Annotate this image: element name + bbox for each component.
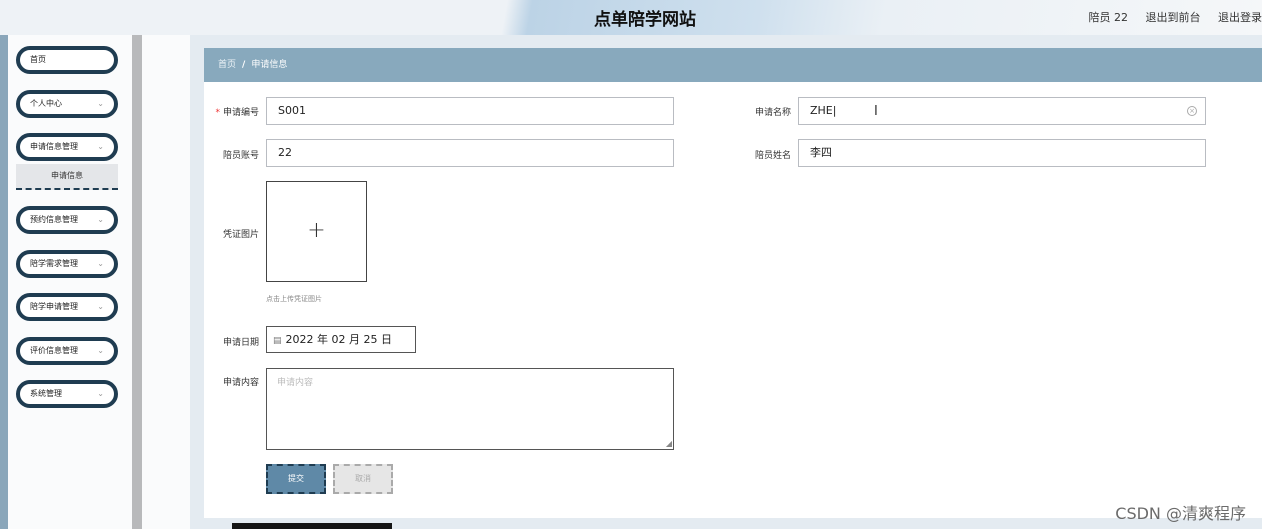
bottom-bar	[232, 523, 392, 529]
sidebar-item-label: 系统管理	[30, 389, 62, 398]
companion-account-input[interactable]: 22	[266, 139, 674, 167]
sidebar-item-booking[interactable]: 预约信息管理 ⌄	[16, 206, 118, 234]
submenu-item-apply-info[interactable]: 申请信息	[16, 164, 118, 190]
sidebar-item-demand[interactable]: 陪学需求管理 ⌄	[16, 250, 118, 278]
chevron-down-icon: ⌄	[97, 99, 104, 108]
sidebar-item-system[interactable]: 系统管理 ⌄	[16, 380, 118, 408]
required-mark: *	[215, 108, 220, 118]
apply-content-placeholder: 申请内容	[277, 378, 314, 388]
sidebar-item-apply-info[interactable]: 申请信息管理 ⌄	[16, 133, 118, 161]
breadcrumb-separator: /	[242, 60, 246, 70]
companion-account-label: 陪员账号	[222, 151, 259, 161]
site-title: 点单陪学网站	[594, 10, 696, 30]
content-gutter	[142, 35, 190, 529]
apply-no-label: * 申请编号	[215, 108, 259, 118]
proof-image-label: 凭证图片	[222, 230, 259, 240]
apply-content-textarea[interactable]: 申请内容 ◢	[266, 368, 674, 450]
sidebar-edge	[132, 35, 142, 529]
top-links: 陪员 22 退出到前台 退出登录	[1075, 9, 1262, 25]
apply-name-input[interactable]: ZHE| ×	[798, 97, 1206, 125]
breadcrumb-home[interactable]: 首页	[218, 60, 236, 70]
text-cursor-icon: I	[874, 104, 878, 119]
breadcrumb: 首页 / 申请信息	[204, 48, 1262, 82]
image-upload[interactable]: +	[266, 181, 367, 282]
apply-name-value: ZHE|	[810, 104, 837, 117]
apply-name-label: 申请名称	[754, 108, 791, 118]
apply-content-label: 申请内容	[222, 378, 259, 388]
clear-icon[interactable]: ×	[1187, 106, 1197, 116]
sidebar-item-label: 个人中心	[30, 99, 62, 108]
sidebar-item-label: 预约信息管理	[30, 215, 78, 224]
resize-handle-icon[interactable]: ◢	[666, 440, 672, 448]
apply-no-input[interactable]: S001	[266, 97, 674, 125]
sidebar-item-label: 首页	[30, 55, 46, 64]
apply-date-value: 2022 年 02 月 25 日	[285, 333, 392, 346]
sidebar-item-label: 申请信息管理	[30, 142, 78, 151]
chevron-down-icon: ⌄	[97, 302, 104, 311]
apply-date-label: 申请日期	[222, 338, 259, 348]
calendar-icon: ▤	[273, 336, 282, 346]
sidebar-item-review[interactable]: 评价信息管理 ⌄	[16, 337, 118, 365]
back-to-front-link[interactable]: 退出到前台	[1146, 11, 1201, 24]
breadcrumb-current: 申请信息	[251, 60, 288, 70]
companion-name-label: 陪员姓名	[754, 151, 791, 161]
sidebar-item-label: 陪学申请管理	[30, 302, 78, 311]
chevron-down-icon: ⌄	[97, 389, 104, 398]
sidebar-item-profile[interactable]: 个人中心 ⌄	[16, 90, 118, 118]
chevron-down-icon: ⌄	[97, 259, 104, 268]
plus-icon: +	[307, 218, 326, 243]
sidebar-item-home[interactable]: 首页	[16, 46, 118, 74]
sidebar-item-label: 陪学需求管理	[30, 259, 78, 268]
sidebar-item-label: 评价信息管理	[30, 346, 78, 355]
sidebar-item-study-apply[interactable]: 陪学申请管理 ⌄	[16, 293, 118, 321]
watermark: CSDN @清爽程序	[1115, 504, 1246, 523]
companion-name-input[interactable]: 李四	[798, 139, 1206, 167]
chevron-down-icon: ⌄	[97, 346, 104, 355]
apply-date-picker[interactable]: ▤ 2022 年 02 月 25 日	[266, 326, 416, 353]
user-label: 陪员 22	[1088, 11, 1129, 24]
upload-hint: 点击上传凭证图片	[266, 295, 322, 303]
sidebar: 首页 个人中心 ⌄ 申请信息管理 ⌄ 申请信息 预约信息管理 ⌄ 陪学需求管理 …	[8, 35, 132, 529]
logout-link[interactable]: 退出登录	[1218, 11, 1262, 24]
cancel-button[interactable]: 取消	[333, 464, 393, 494]
submit-button[interactable]: 提交	[266, 464, 326, 494]
chevron-down-icon: ⌄	[97, 215, 104, 224]
chevron-down-icon: ⌄	[97, 142, 104, 151]
